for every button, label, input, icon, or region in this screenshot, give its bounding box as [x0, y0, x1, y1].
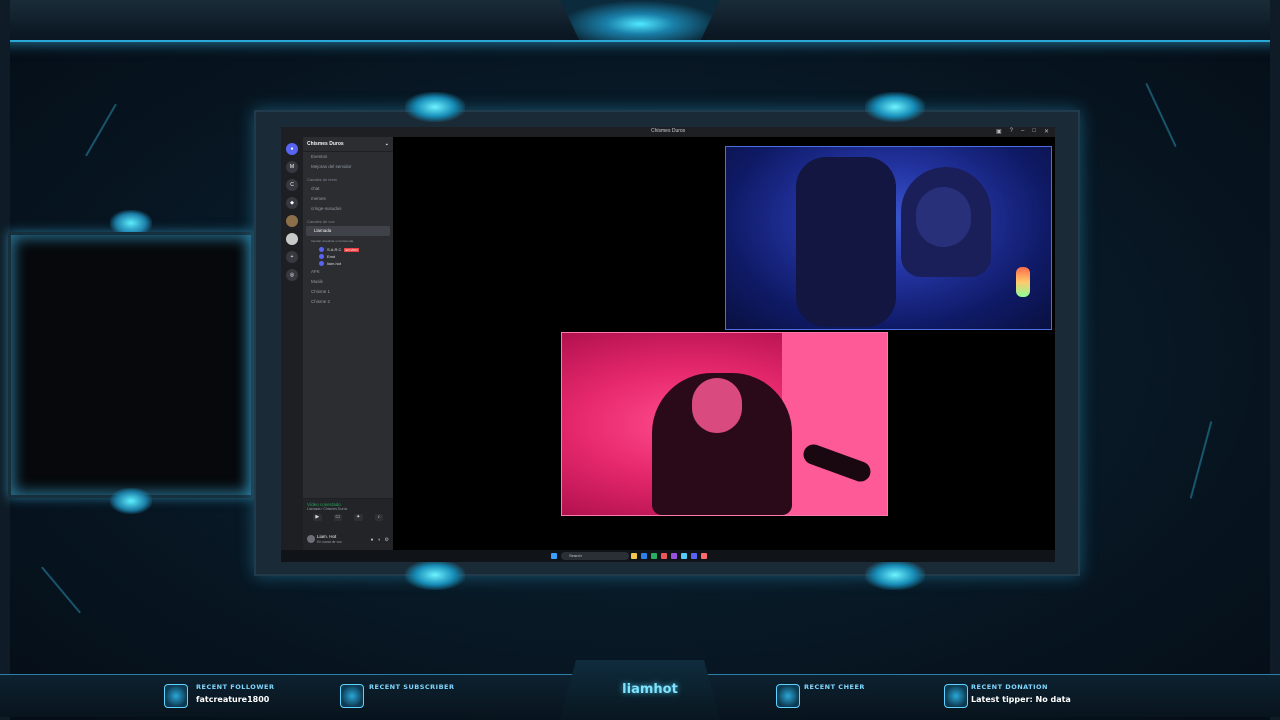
- app-icon[interactable]: [691, 553, 697, 559]
- recent-donation: RECENT DONATION Latest tipper: No data: [971, 683, 1071, 704]
- category-text-channels[interactable]: Canales de texto: [303, 172, 393, 184]
- server-list: ● M C ◆ + ◎: [281, 137, 303, 551]
- channel-cringe[interactable]: cringe-susudos: [303, 204, 393, 214]
- participant-face: [692, 378, 742, 433]
- channel-chat[interactable]: chat: [303, 184, 393, 194]
- video-tile-1[interactable]: [725, 146, 1052, 330]
- app-icon[interactable]: [641, 553, 647, 559]
- server-icon[interactable]: [286, 233, 298, 245]
- user-status: En canal de voz: [317, 540, 342, 544]
- app-icon[interactable]: [671, 553, 677, 559]
- mic-icon[interactable]: ●: [370, 537, 373, 543]
- channel-sidebar: Chismes Duros ⌄ Eventos Mejoras del serv…: [303, 137, 393, 551]
- windows-taskbar: Search: [281, 550, 1055, 562]
- avatar: [319, 261, 324, 266]
- member-name: liam.hot: [327, 261, 342, 266]
- server-icon[interactable]: ◆: [286, 197, 298, 209]
- avatar: [319, 254, 324, 259]
- recent-follower: RECENT FOLLOWER fatcreature1800: [196, 683, 274, 704]
- category-voice-channels[interactable]: Canales de voz: [303, 214, 393, 226]
- overlay-right-frame: [1270, 0, 1280, 720]
- explore-icon[interactable]: ◎: [286, 269, 298, 281]
- channel-name: liamhot: [622, 682, 678, 697]
- minimize-icon[interactable]: –: [1021, 128, 1024, 135]
- webcam-frame: [8, 232, 254, 498]
- frame-gem-ornament: [405, 560, 465, 590]
- chevron-down-icon: ⌄: [384, 141, 389, 147]
- avatar[interactable]: [307, 535, 315, 543]
- lamp-shape: [1016, 267, 1030, 297]
- server-icon[interactable]: M: [286, 161, 298, 173]
- add-server-icon[interactable]: +: [286, 251, 298, 263]
- voice-channel-musik[interactable]: Musik: [303, 277, 393, 287]
- nav-server-boosts[interactable]: Mejoras del servidor: [303, 162, 393, 172]
- recent-donation-value: Latest tipper: No data: [971, 695, 1071, 704]
- video-tile-2[interactable]: [561, 332, 888, 516]
- headphones-icon[interactable]: ◖: [377, 537, 380, 543]
- voice-channel-subtitle: Intentar visualizar en la llamada: [311, 239, 354, 243]
- frame-gem-ornament: [865, 92, 925, 122]
- voice-connection-panel: Vídeo conectado Llamada / Chismes Duros …: [303, 498, 393, 531]
- server-icon[interactable]: [286, 215, 298, 227]
- discord-home-icon[interactable]: ●: [286, 143, 298, 155]
- voice-channel-llamada[interactable]: Llamada: [306, 226, 390, 236]
- chair-shape: [796, 157, 896, 327]
- recent-donation-label: RECENT DONATION: [971, 683, 1048, 691]
- windows-start-icon[interactable]: [551, 553, 557, 559]
- close-icon[interactable]: ✕: [1044, 128, 1049, 135]
- taskbar-search[interactable]: Search: [561, 552, 629, 560]
- inbox-icon[interactable]: ▣: [996, 128, 1002, 135]
- frame-gem-ornament: [865, 560, 925, 590]
- voice-member[interactable]: S.A.R.C EN VIVO: [303, 246, 393, 253]
- recent-follower-label: RECENT FOLLOWER: [196, 683, 275, 691]
- server-header[interactable]: Chismes Duros ⌄: [303, 137, 393, 152]
- server-icon[interactable]: C: [286, 179, 298, 191]
- voice-member[interactable]: Emd: [303, 253, 393, 260]
- camera-icon[interactable]: ▶: [313, 514, 322, 521]
- subscriber-icon: [340, 684, 364, 708]
- app-icon[interactable]: [701, 553, 707, 559]
- recent-subscriber-label: RECENT SUBSCRIBER: [369, 683, 455, 691]
- server-name: Chismes Duros: [307, 141, 344, 147]
- app-icon[interactable]: [661, 553, 667, 559]
- cheer-icon: [776, 684, 800, 708]
- app-icon[interactable]: [651, 553, 657, 559]
- recent-cheer: RECENT CHEER: [804, 683, 865, 695]
- window-title: Chismes Duros: [651, 128, 686, 134]
- live-badge: EN VIVO: [344, 247, 359, 252]
- frame-gem-ornament: [405, 92, 465, 122]
- voice-channel-afk[interactable]: AFK: [303, 267, 393, 277]
- follower-icon: [164, 684, 188, 708]
- user-panel: Liam. Hot En canal de voz ● ◖ ⚙: [303, 531, 393, 551]
- window-titlebar: Chismes Duros ▣ ? – □ ✕: [281, 127, 1055, 137]
- voice-channel-chisme-1[interactable]: Chisme 1: [303, 287, 393, 297]
- voice-status: Vídeo conectado: [307, 502, 341, 507]
- channel-memes[interactable]: memes: [303, 194, 393, 204]
- recent-subscriber: RECENT SUBSCRIBER: [369, 683, 454, 695]
- participant-face: [916, 187, 971, 247]
- cam-gem-ornament: [110, 488, 152, 514]
- video-call-area: [393, 137, 1055, 547]
- voice-member[interactable]: liam.hot: [303, 260, 393, 267]
- avatar: [319, 247, 324, 252]
- member-name: S.A.R.C: [327, 247, 342, 252]
- voice-channel-chisme-2[interactable]: Chisme 2: [303, 297, 393, 307]
- maximize-icon[interactable]: □: [1032, 128, 1036, 135]
- wall-shape: [782, 333, 887, 515]
- user-name: Liam. Hot: [317, 534, 337, 539]
- gear-icon[interactable]: ⚙: [385, 537, 389, 543]
- nav-events[interactable]: Eventos: [303, 152, 393, 162]
- donation-icon: [944, 684, 968, 708]
- recent-cheer-label: RECENT CHEER: [804, 683, 865, 691]
- soundboard-icon[interactable]: ♪: [374, 514, 383, 521]
- app-icon[interactable]: [681, 553, 687, 559]
- member-name: Emd: [327, 254, 336, 259]
- discord-window: Chismes Duros ▣ ? – □ ✕ ● M C ◆ + ◎ Chis…: [281, 127, 1055, 562]
- app-icon[interactable]: [631, 553, 637, 559]
- recent-follower-value: fatcreature1800: [196, 695, 270, 704]
- activities-icon[interactable]: ✦: [354, 514, 363, 521]
- help-icon[interactable]: ?: [1010, 128, 1013, 135]
- screen-share-icon[interactable]: ▭: [333, 514, 342, 521]
- top-gem-ornament: [560, 0, 720, 40]
